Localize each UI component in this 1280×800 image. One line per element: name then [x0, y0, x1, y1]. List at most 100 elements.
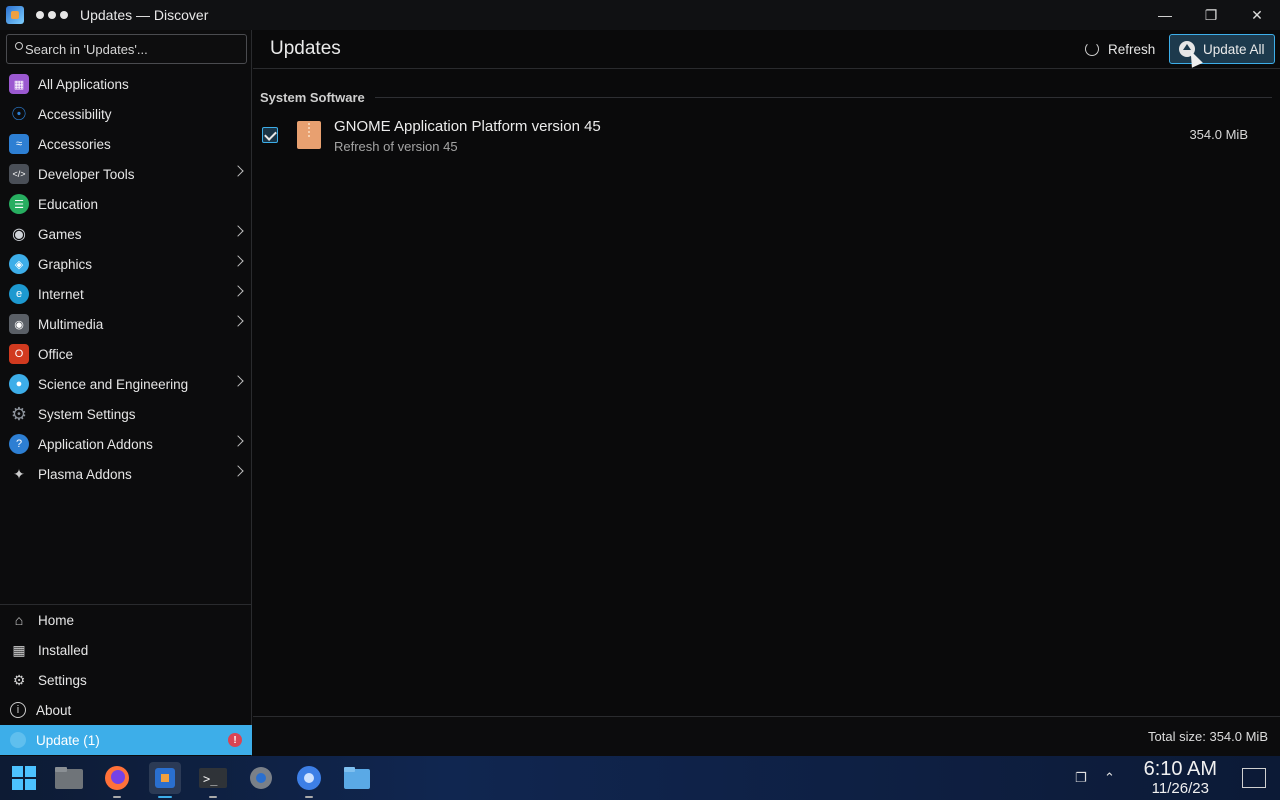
category-plasma-addons[interactable]: ✦ Plasma Addons [0, 459, 252, 489]
category-label: Office [38, 346, 74, 362]
category-application-addons[interactable]: ? Application Addons [0, 429, 252, 459]
category-label: Science and Engineering [38, 376, 189, 392]
category-education[interactable]: ☰ Education [0, 189, 252, 219]
taskbar: >_ ❐ ⌃ 6:10 AM 11/26/23 [0, 756, 1280, 800]
bottom-nav: ⌂ Home ▦ Installed ⚙ Settings i About Update… [0, 604, 252, 755]
multimedia-icon: ◉ [9, 314, 29, 334]
application-addons-icon: ? [9, 434, 29, 454]
section-header: System Software [260, 90, 1272, 105]
search-input[interactable]: Search in 'Updates'... [6, 34, 247, 64]
package-size: 354.0 MiB [1189, 127, 1248, 142]
category-label: Games [38, 226, 82, 242]
installed-icon: ▦ [12, 641, 26, 658]
category-system-settings[interactable]: ⚙ System Settings [0, 399, 252, 429]
developer-tools-icon: </> [9, 164, 29, 184]
firefox-icon[interactable] [101, 762, 133, 798]
update-row[interactable]: GNOME Application Platform version 45 Re… [253, 114, 1280, 156]
clock-date: 11/26/23 [1151, 780, 1209, 797]
chevron-right-icon [232, 285, 244, 297]
nav-home[interactable]: ⌂ Home [0, 605, 252, 635]
chevron-up-icon[interactable]: ⌃ [1104, 770, 1115, 786]
refresh-label: Refresh [1108, 41, 1156, 57]
category-label: Internet [38, 286, 84, 302]
chevron-right-icon [232, 315, 244, 327]
category-label: System Settings [38, 406, 136, 422]
category-label: Education [38, 196, 99, 212]
category-label: Accessories [38, 136, 111, 152]
internet-icon: e [9, 284, 29, 304]
category-label: Multimedia [38, 316, 104, 332]
category-science[interactable]: ● Science and Engineering [0, 369, 252, 399]
close-icon[interactable]: ✕ [1234, 0, 1280, 30]
total-size: Total size: 354.0 MiB [1148, 729, 1268, 744]
package-archive-icon [297, 121, 321, 149]
system-settings-taskbar-icon[interactable] [245, 762, 277, 794]
minimize-icon[interactable]: — [1142, 0, 1188, 30]
nav-update[interactable]: Update (1)! [0, 725, 252, 755]
section-label: System Software [260, 90, 365, 105]
sidebar: Search in 'Updates'... ▦ All Applications… [0, 30, 252, 756]
refresh-button[interactable]: Refresh [1077, 35, 1163, 63]
refresh-icon [1085, 42, 1099, 56]
package-description: Refresh of version 45 [334, 139, 458, 154]
nav-settings[interactable]: ⚙ Settings [0, 665, 252, 695]
home-icon: ⌂ [14, 612, 24, 628]
science-icon: ● [9, 374, 29, 394]
category-graphics[interactable]: ◈ Graphics [0, 249, 252, 279]
category-office[interactable]: O Office [0, 339, 252, 369]
category-list: ▦ All Applications ☉ Accessibility ≈ Access… [0, 69, 252, 489]
chevron-right-icon [232, 165, 244, 177]
nav-about[interactable]: i About [0, 695, 252, 725]
update-checkbox[interactable] [262, 127, 278, 143]
settings-icon: ⚙ [12, 671, 26, 688]
category-label: Application Addons [38, 436, 153, 452]
chevron-right-icon [232, 465, 244, 477]
accessibility-icon: ☉ [10, 103, 28, 124]
window-menu-icon[interactable] [36, 11, 68, 19]
show-desktop-icon[interactable] [1242, 768, 1266, 788]
category-developer-tools[interactable]: </> Developer Tools [0, 159, 252, 189]
nav-label: Installed [38, 642, 89, 658]
office-icon: O [9, 344, 29, 364]
file-manager-icon[interactable] [53, 762, 85, 794]
clock[interactable]: 6:10 AM 11/26/23 [1144, 758, 1217, 798]
windows-start-icon[interactable] [8, 762, 40, 794]
category-accessibility[interactable]: ☉ Accessibility [0, 99, 252, 129]
chevron-right-icon [232, 225, 244, 237]
nav-label: About [36, 702, 72, 718]
category-multimedia[interactable]: ◉ Multimedia [0, 309, 252, 339]
about-icon: i [10, 702, 26, 718]
nav-installed[interactable]: ▦ Installed [0, 635, 252, 665]
update-icon [10, 732, 26, 748]
package-name: GNOME Application Platform version 45 [334, 118, 601, 135]
page-header: Updates Refresh Update All [253, 30, 1280, 69]
system-settings-icon: ⚙ [10, 403, 28, 424]
category-games[interactable]: ◉ Games [0, 219, 252, 249]
search-placeholder: Search in 'Updates'... [25, 41, 148, 57]
nav-label: Home [38, 612, 75, 628]
discover-app-icon[interactable] [6, 6, 24, 24]
title-bar: Updates — Discover — ❐ ✕ [0, 0, 1280, 30]
category-accessories[interactable]: ≈ Accessories [0, 129, 252, 159]
discover-taskbar-icon[interactable] [149, 762, 181, 798]
update-badge: ! [228, 733, 242, 747]
nav-label: Update (1) [36, 732, 100, 748]
window-title: Updates — Discover [80, 7, 209, 23]
category-all-applications[interactable]: ▦ All Applications [0, 69, 252, 99]
chromium-icon[interactable] [293, 762, 325, 798]
chevron-right-icon [232, 375, 244, 387]
nav-label: Settings [38, 672, 87, 688]
terminal-icon[interactable]: >_ [197, 762, 229, 798]
category-label: Developer Tools [38, 166, 135, 182]
category-label: All Applications [38, 76, 129, 92]
graphics-icon: ◈ [9, 254, 29, 274]
update-all-button[interactable]: Update All [1169, 34, 1275, 64]
files-icon[interactable] [341, 762, 373, 794]
maximize-icon[interactable]: ❐ [1188, 0, 1234, 30]
clock-time: 6:10 AM [1143, 758, 1217, 780]
accessories-icon: ≈ [9, 134, 29, 154]
footer-bar: Total size: 354.0 MiB [253, 716, 1280, 756]
category-internet[interactable]: e Internet [0, 279, 252, 309]
svg-text:>_: >_ [203, 772, 218, 786]
clipboard-icon[interactable]: ❐ [1075, 770, 1087, 786]
